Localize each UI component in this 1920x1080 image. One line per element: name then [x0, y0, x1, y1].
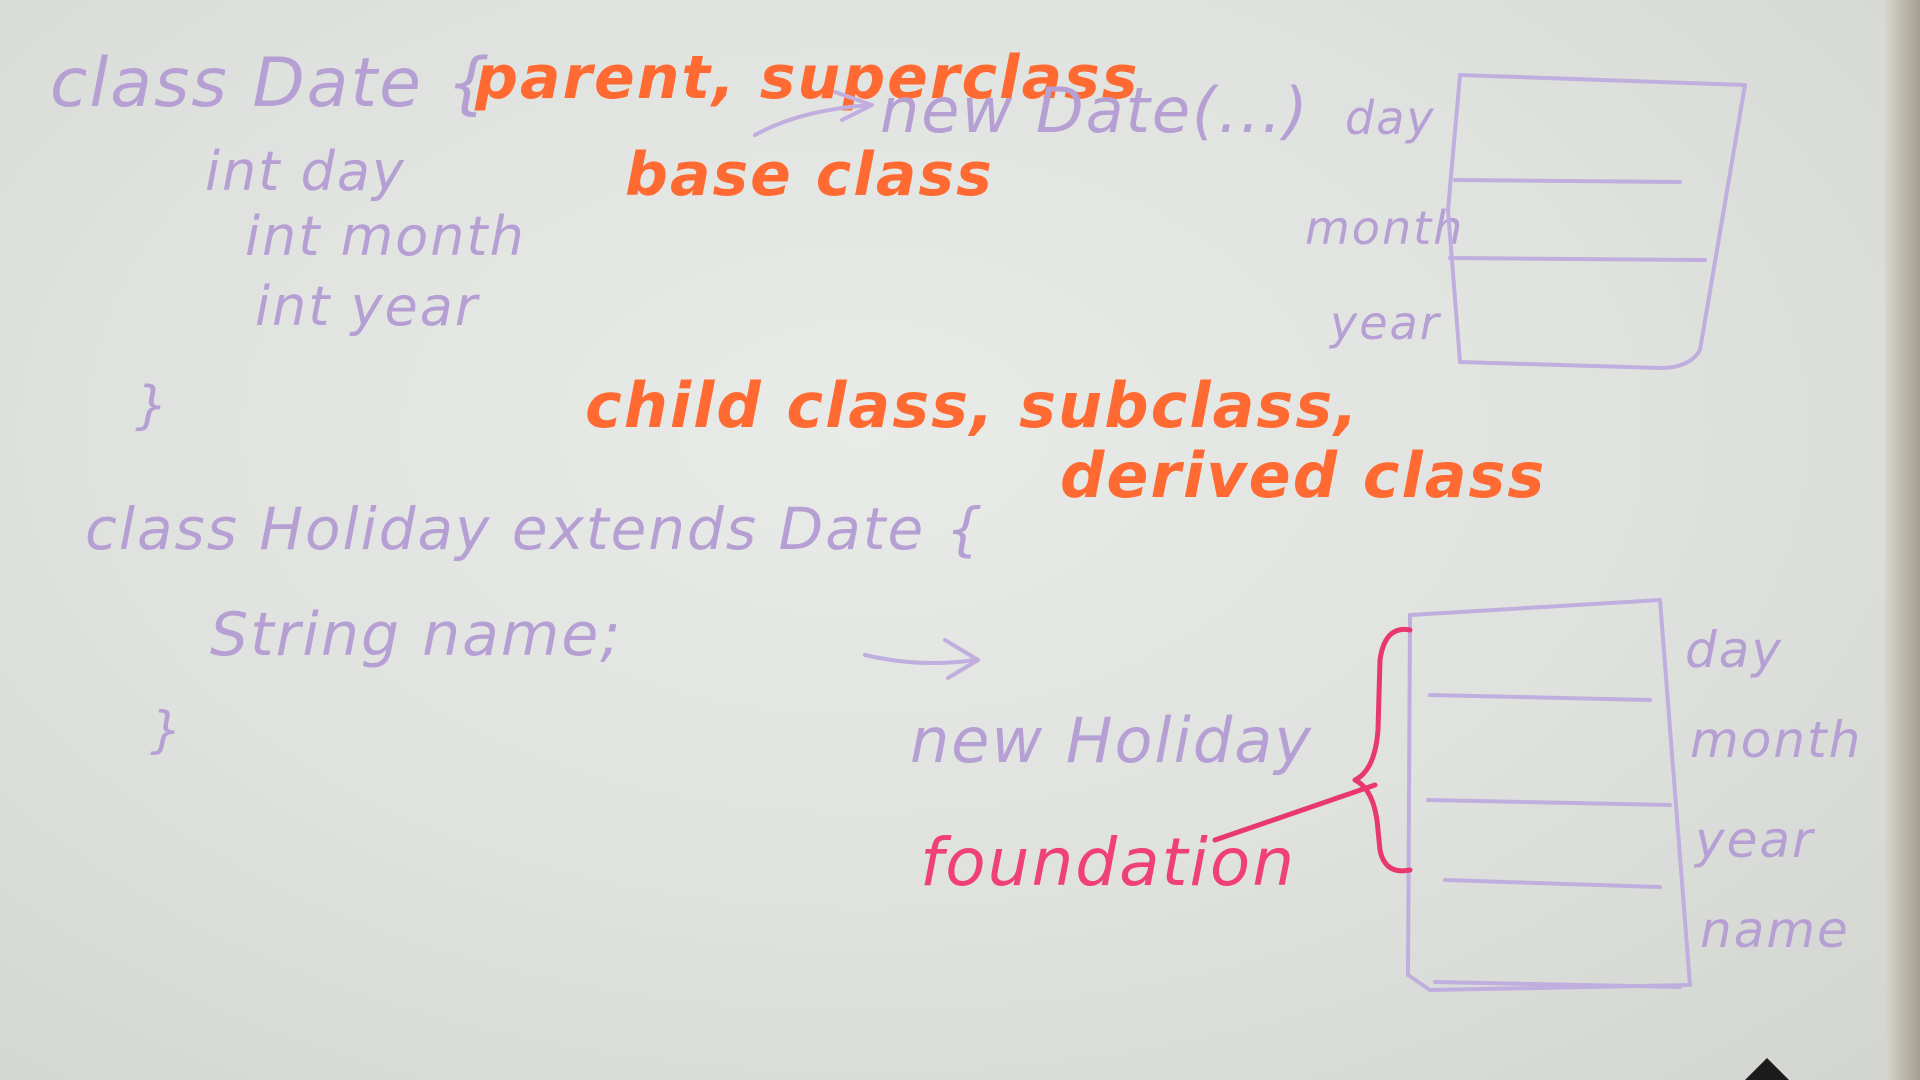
holiday-class-header: class Holiday extends Date {: [85, 495, 985, 563]
holiday-memory-label-month: month: [1690, 711, 1863, 769]
arrow-to-new-holiday: [863, 653, 977, 666]
date-class-header: class Date {: [50, 44, 492, 123]
date-memory-label-year: year: [1330, 296, 1441, 350]
child-terms-line2: derived class: [1060, 439, 1547, 512]
date-memory-divider-1: [1453, 178, 1682, 184]
holiday-memory-divider-2: [1426, 798, 1672, 807]
holiday-memory-label-year: year: [1695, 811, 1815, 869]
new-holiday-call: new Holiday: [910, 704, 1313, 777]
holiday-memory-label-day: day: [1685, 621, 1783, 679]
date-memory-box: [1446, 73, 1747, 370]
whiteboard: class Date { int day int month int year …: [0, 0, 1920, 1080]
date-field-year: int year: [255, 275, 480, 338]
parent-terms-line2: base class: [625, 140, 994, 210]
new-date-call: new Date(...): [880, 74, 1310, 147]
board-frame-edge: [1885, 0, 1920, 1080]
foundation-brace: [1352, 626, 1413, 874]
date-memory-label-day: day: [1345, 91, 1436, 145]
date-field-month: int month: [245, 205, 526, 268]
arrow-to-new-holiday-head: [943, 638, 980, 680]
date-memory-label-month: month: [1305, 201, 1465, 255]
marker-pen: [1745, 1058, 1789, 1080]
date-field-day: int day: [205, 140, 406, 203]
holiday-memory-label-name: name: [1700, 901, 1850, 959]
child-terms-line1: child class, subclass,: [585, 369, 1360, 442]
foundation-label: foundation: [920, 824, 1297, 901]
holiday-memory-divider-3: [1443, 878, 1662, 889]
date-class-close: }: [135, 376, 171, 436]
holiday-memory-divider-4: [1433, 980, 1682, 989]
holiday-memory-divider-1: [1428, 693, 1652, 702]
holiday-field-name: String name;: [210, 600, 623, 670]
holiday-class-close: }: [150, 701, 184, 759]
holiday-memory-box: [1406, 598, 1692, 992]
date-memory-divider-2: [1448, 256, 1707, 262]
